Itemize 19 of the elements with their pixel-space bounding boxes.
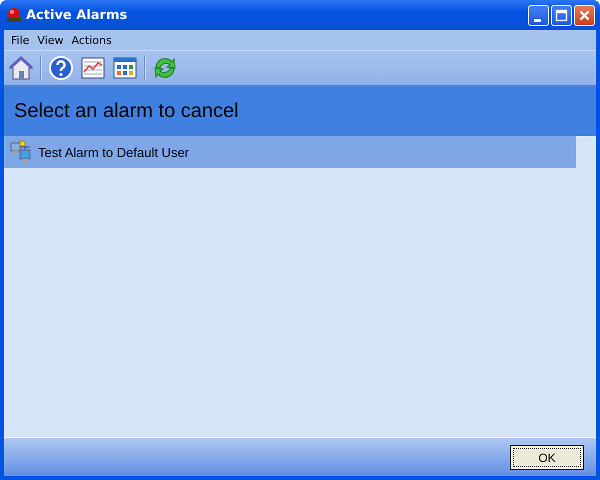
ok-button[interactable]: OK	[510, 444, 584, 470]
minimize-icon	[534, 18, 541, 22]
help-button[interactable]	[46, 53, 76, 83]
house-icon	[8, 55, 34, 81]
window-title: Active Alarms	[26, 8, 128, 22]
refresh-icon	[152, 55, 178, 81]
alarm-label: Test Alarm to Default User	[38, 144, 189, 160]
menu-item[interactable]: View	[33, 34, 68, 46]
close-button[interactable]	[574, 4, 595, 26]
siren-icon	[6, 7, 22, 23]
grid-icon	[112, 55, 138, 81]
minimize-button[interactable]	[528, 4, 549, 26]
menu-item[interactable]: Actions	[68, 34, 116, 46]
alarm-list-item[interactable]: Test Alarm to Default User	[4, 136, 576, 168]
help-icon	[48, 55, 74, 81]
header-text: Select an alarm to cancel	[14, 100, 239, 123]
line-chart-icon	[80, 55, 106, 81]
maximize-button[interactable]	[551, 4, 572, 26]
menu-item[interactable]: File	[7, 34, 34, 46]
